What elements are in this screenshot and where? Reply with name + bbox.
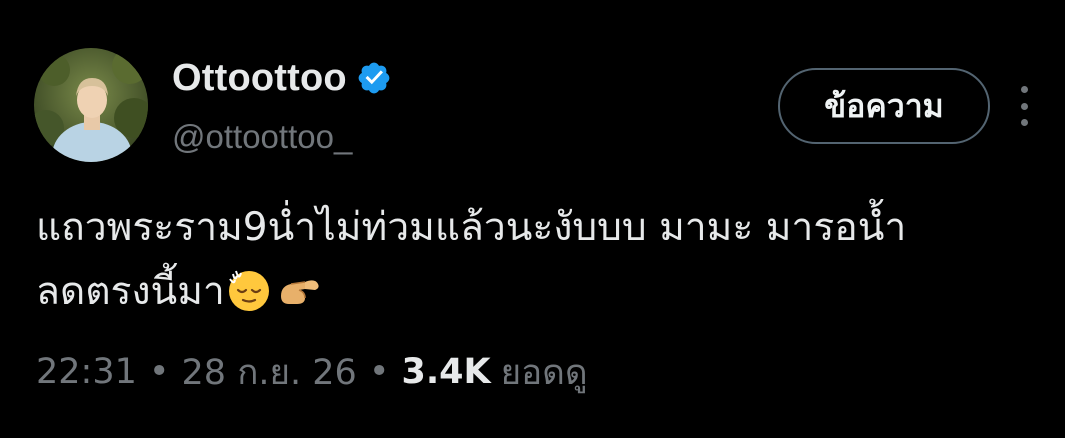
tweet-text-line-2-text: ลดตรงนี้มา (36, 269, 225, 314)
tweet-text-line-2: ลดตรงนี้มา (36, 260, 1036, 324)
avatar-image (34, 48, 148, 162)
avatar[interactable] (34, 48, 148, 162)
message-button[interactable]: ข้อความ (778, 68, 990, 144)
meta-separator: • (368, 352, 390, 392)
relieved-face-sweat-icon (225, 266, 273, 314)
author-name-row: Ottoottoo (172, 56, 392, 100)
pinching-hand-icon (275, 266, 323, 314)
verified-badge-icon[interactable] (356, 60, 392, 96)
tweet-text: แถวพระราม9น่ำไม่ท่วมแล้วนะงับบบ มามะ มาร… (36, 196, 1036, 324)
tweet-meta: 22:31 • 28 ก.ย. 26 • 3.4K ยอดดู (36, 344, 588, 400)
views-label: ยอดดู (500, 352, 588, 393)
tweet-time[interactable]: 22:31 (36, 352, 137, 392)
author-handle[interactable]: @ottoottoo_ (172, 118, 352, 156)
tweet-date[interactable]: 28 ก.ย. 26 (182, 345, 357, 400)
more-dot (1020, 119, 1028, 126)
tweet-text-line-1: แถวพระราม9น่ำไม่ท่วมแล้วนะงับบบ มามะ มาร… (36, 205, 907, 250)
more-dot (1020, 86, 1028, 93)
more-options-icon[interactable] (1004, 82, 1044, 130)
meta-separator: • (148, 352, 170, 392)
more-dot (1020, 102, 1028, 110)
tweet: Ottoottoo @ottoottoo_ ข้อความ แถวพระราม9… (0, 0, 1065, 438)
display-name[interactable]: Ottoottoo (172, 57, 347, 100)
views-count: 3.4K (401, 352, 491, 392)
